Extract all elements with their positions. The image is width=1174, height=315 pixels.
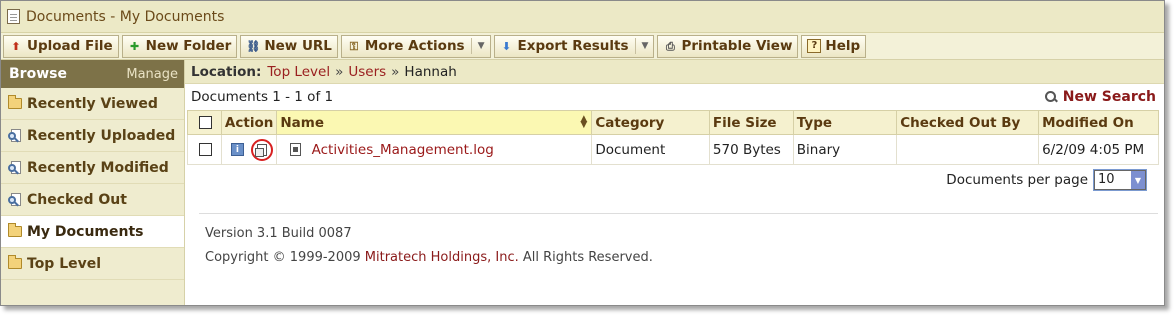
new-url-button[interactable]: ⛓ New URL: [240, 34, 338, 58]
document-link[interactable]: Activities_Management.log: [312, 142, 494, 158]
cell-modified-on: 6/2/09 4:05 PM: [1038, 134, 1159, 165]
search-doc-icon: [7, 128, 22, 143]
cell-file-size: 570 Bytes: [708, 134, 794, 165]
column-type[interactable]: Type: [792, 110, 898, 135]
sidebar: Browse Manage Recently Viewed Recently U…: [1, 60, 185, 305]
toolbar: ⬆ Upload File ✚ New Folder ⛓ New URL ⚿ M…: [1, 33, 1164, 60]
link-icon: ⛓: [246, 39, 261, 53]
upload-arrow-icon: ⬆: [11, 39, 21, 53]
cell-checked-out-by: [896, 134, 1040, 165]
per-page-select[interactable]: 10 ▼: [1094, 170, 1146, 190]
export-results-button[interactable]: ⬇ Export Results ▼: [493, 34, 655, 58]
sidebar-item-recently-viewed[interactable]: Recently Viewed: [1, 88, 184, 120]
new-search-link[interactable]: New Search: [1044, 89, 1156, 105]
breadcrumb-users[interactable]: Users: [348, 64, 386, 80]
column-name[interactable]: Name ▲ ▼: [276, 110, 593, 135]
search-icon: [1044, 91, 1057, 103]
select-all-checkbox[interactable]: [199, 116, 212, 129]
folder-icon: [7, 223, 22, 239]
breadcrumb-top-level[interactable]: Top Level: [267, 64, 330, 80]
company-link[interactable]: Mitratech Holdings, Inc.: [365, 250, 519, 265]
info-icon[interactable]: i: [230, 143, 244, 156]
file-icon: [290, 143, 302, 156]
check-out-action[interactable]: [251, 138, 274, 161]
sidebar-item-top-level[interactable]: Top Level: [1, 248, 184, 280]
select-all-header: [187, 110, 222, 135]
window-title: Documents - My Documents: [26, 8, 225, 25]
browse-tab[interactable]: Browse: [9, 66, 67, 82]
pagination: Documents per page 10 ▼: [185, 165, 1164, 195]
sidebar-item-checked-out[interactable]: Checked Out: [1, 184, 184, 216]
new-folder-icon: ✚: [130, 39, 140, 53]
breadcrumb-separator: »: [335, 63, 344, 80]
column-file-size[interactable]: File Size: [708, 110, 794, 135]
sort-icon: ▲ ▼: [580, 114, 588, 130]
table-row: i Activities_Management.log Document 570…: [187, 134, 1159, 165]
main-content: Location: Top Level » Users » Hannah Doc…: [185, 60, 1164, 305]
table-header-row: Action Name ▲ ▼ Category File Size Type C…: [187, 110, 1159, 135]
chevron-down-icon: ▼: [477, 41, 485, 51]
location-label: Location:: [191, 63, 262, 80]
sidebar-item-recently-modified[interactable]: Recently Modified: [1, 152, 184, 184]
title-bar: Documents - My Documents: [1, 1, 1164, 33]
copyright-text: Copyright © 1999-2009 Mitratech Holdings…: [205, 250, 653, 265]
cell-type: Binary: [792, 134, 898, 165]
key-icon: ⚿: [349, 39, 359, 53]
documents-table: Action Name ▲ ▼ Category File Size Type C…: [187, 110, 1159, 165]
chevron-down-icon: ▼: [1131, 171, 1145, 189]
help-button[interactable]: ? Help: [801, 34, 867, 58]
printable-view-button[interactable]: ⎙ Printable View: [657, 34, 799, 58]
cell-category: Document: [591, 134, 710, 165]
more-actions-button[interactable]: ⚿ More Actions ▼: [340, 34, 491, 58]
breadcrumb: Location: Top Level » Users » Hannah: [185, 60, 1164, 84]
application-window: Documents - My Documents ⬆ Upload File ✚…: [0, 0, 1165, 306]
printer-icon: ⎙: [666, 39, 675, 53]
footer: Version 3.1 Build 0087 Copyright © 1999-…: [185, 222, 1164, 270]
per-page-label: Documents per page: [946, 172, 1088, 188]
export-arrow-icon: ⬇: [501, 39, 512, 53]
breadcrumb-separator: »: [391, 63, 400, 80]
new-folder-button[interactable]: ✚ New Folder: [121, 34, 238, 58]
upload-file-button[interactable]: ⬆ Upload File: [3, 34, 119, 58]
help-icon: ?: [807, 39, 822, 53]
folder-icon: [7, 95, 22, 111]
search-doc-icon: [7, 160, 22, 175]
divider: [199, 213, 1158, 214]
per-page-value: 10: [1098, 172, 1115, 187]
sidebar-header: Browse Manage: [1, 60, 184, 88]
column-modified-on[interactable]: Modified On: [1038, 110, 1159, 135]
document-icon: [7, 9, 20, 24]
document-count: Documents 1 - 1 of 1: [191, 89, 334, 105]
search-doc-icon: [7, 192, 22, 207]
row-checkbox[interactable]: [199, 143, 212, 156]
sidebar-item-my-documents[interactable]: My Documents: [1, 216, 184, 248]
column-action: Action: [220, 110, 278, 135]
version-text: Version 3.1 Build 0087: [205, 226, 352, 241]
sidebar-item-recently-uploaded[interactable]: Recently Uploaded: [1, 120, 184, 152]
column-checked-out-by[interactable]: Checked Out By: [896, 110, 1040, 135]
manage-tab[interactable]: Manage: [126, 67, 178, 82]
chevron-down-icon: ▼: [641, 41, 649, 51]
breadcrumb-current: Hannah: [404, 63, 457, 80]
check-out-icon: [255, 143, 268, 157]
column-category[interactable]: Category: [591, 110, 710, 135]
folder-icon: [7, 255, 22, 271]
